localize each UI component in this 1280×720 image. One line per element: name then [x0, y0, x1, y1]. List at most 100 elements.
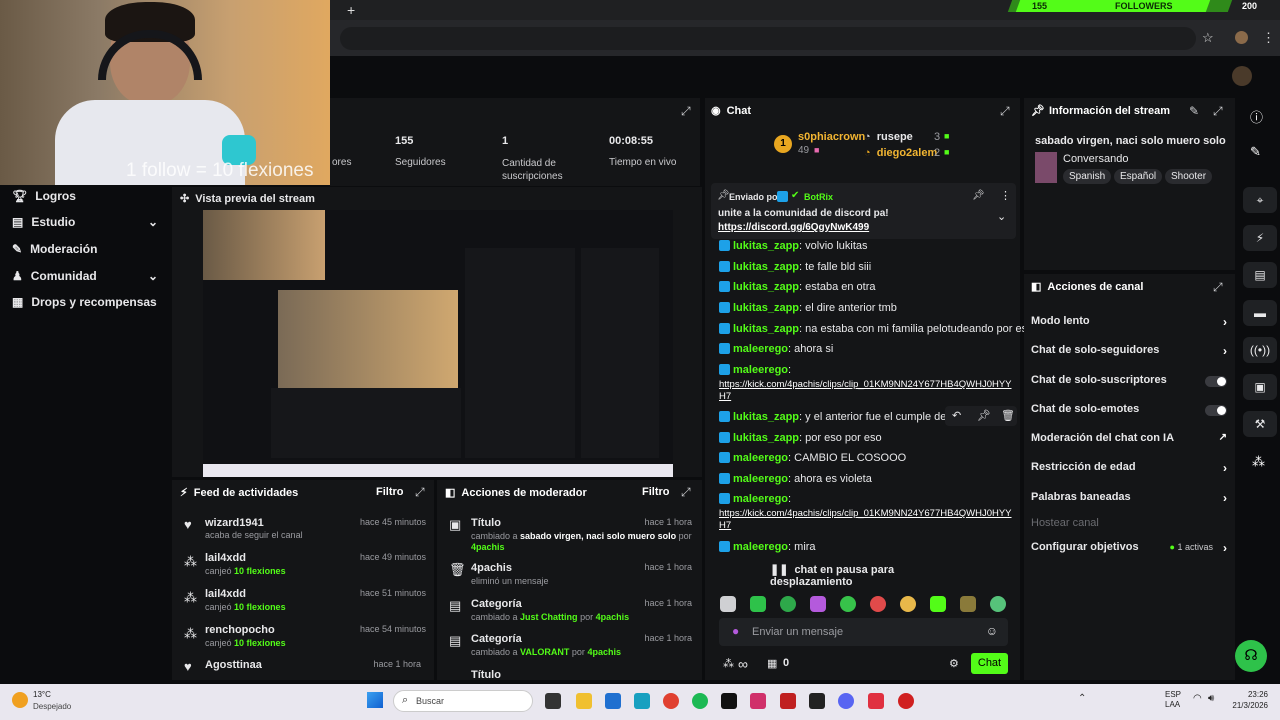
new-tab-icon[interactable]: + [347, 2, 355, 18]
profile-avatar[interactable] [1235, 31, 1248, 44]
valorant-icon[interactable] [868, 693, 884, 709]
pin-icon[interactable]: 📌︎ [977, 409, 991, 422]
chat-input[interactable]: ● Enviar un mensaje ☺ [719, 618, 1008, 646]
sidebar-item-logros[interactable]: 🏆︎ Logros [12, 189, 162, 205]
chat-paused-banner[interactable]: ❚❚ chat en pausa para desplazamiento [770, 563, 950, 588]
chat-link[interactable]: H7 [719, 520, 1014, 531]
emote-icon[interactable] [780, 596, 796, 612]
edit-icon[interactable]: ✎ [1189, 104, 1199, 118]
channel-action-slow-mode[interactable]: Modo lento › [1031, 315, 1227, 331]
feed-user[interactable]: lail4xdd [205, 588, 246, 600]
gift-box-icon[interactable]: ▦ [767, 657, 777, 670]
rail-bolt-button[interactable]: ⚡︎ [1243, 225, 1277, 251]
expand-icon[interactable]: ⤢ [681, 485, 691, 500]
clock[interactable]: 23:26 21/3/2026 [1226, 689, 1268, 711]
feed-filter-button[interactable]: Filtro [376, 486, 404, 498]
gifter-name[interactable]: diego2alem [877, 147, 938, 159]
emoji-icon[interactable]: ☺ [986, 624, 998, 638]
pinned-message[interactable]: 📌︎ Enviado por ✔ BotRix 📌︎ ⋮ unite a la … [711, 183, 1016, 239]
chevron-down-icon[interactable]: ⌄ [997, 210, 1006, 223]
pinned-by[interactable]: BotRix [804, 192, 833, 202]
emotes-only-toggle[interactable] [1205, 405, 1227, 416]
tag[interactable]: Español [1114, 169, 1163, 184]
rail-notes-button[interactable]: ▤ [1243, 262, 1277, 288]
feed-user[interactable]: Agosttinaa [205, 659, 262, 671]
x-app-icon[interactable] [721, 693, 737, 709]
chat-send-button[interactable]: Chat [971, 653, 1008, 674]
file-explorer-icon[interactable] [576, 693, 592, 709]
sidebar-item-drops[interactable]: ▦ Drops y recompensas [12, 295, 170, 311]
support-button[interactable]: ☊ [1235, 640, 1267, 672]
emote-icon[interactable] [990, 596, 1006, 612]
weather-temp[interactable]: 13°C [33, 690, 51, 699]
channel-action-ai-moderation[interactable]: Moderación del chat con IA ↗ [1031, 432, 1227, 448]
spotify-icon[interactable] [692, 693, 708, 709]
chat-link[interactable]: https://kick.com/4pachis/clips/clip_01KM… [719, 379, 1014, 390]
expand-icon[interactable]: ⤢ [415, 485, 425, 500]
feed-user[interactable]: renchopocho [205, 624, 275, 636]
expand-icon[interactable]: ⤢ [1213, 104, 1223, 119]
gifter-name[interactable]: s0phiacrown [798, 131, 865, 143]
points-icon[interactable]: ⁂ [723, 657, 734, 670]
emote-icon[interactable] [720, 596, 736, 612]
mod-filter-button[interactable]: Filtro [642, 486, 670, 498]
subs-only-toggle[interactable] [1205, 376, 1227, 387]
instagram-icon[interactable] [750, 693, 766, 709]
edge-icon[interactable] [634, 693, 650, 709]
more-icon[interactable]: ⋮ [1000, 189, 1011, 202]
info-icon[interactable]: ⓘ [1250, 107, 1263, 126]
store-icon[interactable] [605, 693, 621, 709]
sidebar-item-comunidad[interactable]: ♟ Comunidad ⌄ [12, 269, 162, 285]
delete-icon[interactable]: 🗑︎ [1001, 409, 1015, 422]
rail-chat-button[interactable]: ▬ [1243, 300, 1277, 326]
tag[interactable]: Shooter [1165, 169, 1213, 184]
rail-tools-button[interactable]: ⚒ [1243, 411, 1277, 437]
stream-video[interactable] [203, 210, 673, 477]
emote-icon[interactable] [960, 596, 976, 612]
browser-menu-icon[interactable]: ⋮ [1262, 30, 1275, 46]
volume-icon[interactable]: 🔊︎ [1208, 693, 1214, 704]
wifi-icon[interactable]: ◠ [1193, 693, 1202, 704]
rail-media-button[interactable]: ▣ [1243, 374, 1277, 400]
emote-icon[interactable] [840, 596, 856, 612]
taskbar-search[interactable]: ⌕ Buscar [393, 690, 533, 712]
start-button[interactable] [367, 692, 383, 708]
channel-action-banned-words[interactable]: Palabras baneadas › [1031, 491, 1227, 507]
address-bar[interactable] [340, 27, 1196, 50]
pencil-icon[interactable]: ✎ [1250, 144, 1261, 160]
riot-icon[interactable] [898, 693, 914, 709]
category-name[interactable]: Conversando [1063, 153, 1128, 165]
pinned-link[interactable]: https://discord.gg/6QgyNwK499 [718, 222, 869, 233]
points-icon[interactable]: ⁂ [1252, 454, 1265, 470]
emote-icon[interactable] [870, 596, 886, 612]
sidebar-item-moderacion[interactable]: ✎ Moderación [12, 242, 162, 258]
rail-broadcast-button[interactable]: ((•)) [1243, 337, 1277, 363]
reply-icon[interactable]: ↶ [952, 409, 961, 422]
channel-action-followers-only[interactable]: Chat de solo-seguidores › [1031, 344, 1227, 360]
language-indicator[interactable]: ESP LAA [1165, 690, 1181, 710]
app-icon[interactable] [780, 693, 796, 709]
sidebar-item-estudio[interactable]: ▤ Estudio ⌄ [12, 215, 162, 231]
discord-icon[interactable] [838, 693, 854, 709]
tag[interactable]: Spanish [1063, 169, 1112, 184]
gifter-name[interactable]: rusepe [877, 131, 913, 143]
emote-icon[interactable] [900, 596, 916, 612]
expand-icon[interactable]: ⤢ [1213, 280, 1223, 295]
expand-icon[interactable]: ⤢ [681, 104, 691, 119]
chat-link[interactable]: https://kick.com/4pachis/clips/clip_01KM… [719, 508, 1014, 519]
task-view-icon[interactable] [545, 693, 561, 709]
tray-chevron-icon[interactable]: ⌃ [1078, 693, 1086, 704]
emote-icon[interactable] [810, 596, 826, 612]
channel-action-goals[interactable]: Configurar objetivos ● 1 activas › [1031, 541, 1227, 557]
epic-games-icon[interactable] [809, 693, 825, 709]
unpin-icon[interactable]: 📌︎ [972, 190, 985, 201]
chat-link[interactable]: H7 [719, 391, 1014, 402]
chat-settings-icon[interactable]: ⚙ [949, 657, 959, 670]
action-user[interactable]: 4pachis [471, 542, 505, 552]
chrome-icon[interactable] [663, 693, 679, 709]
emote-icon[interactable] [930, 596, 946, 612]
emote-icon[interactable] [750, 596, 766, 612]
expand-icon[interactable]: ⤢ [1000, 104, 1010, 119]
channel-action-age-restriction[interactable]: Restricción de edad › [1031, 461, 1227, 477]
user-avatar[interactable] [1232, 66, 1252, 86]
